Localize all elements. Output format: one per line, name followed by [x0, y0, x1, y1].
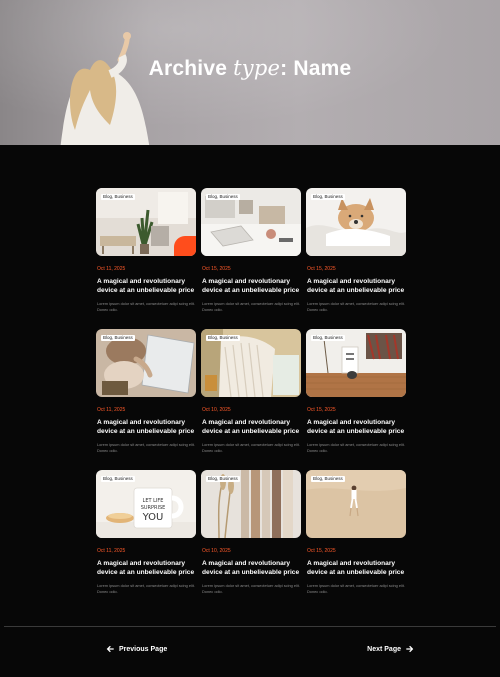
post-thumbnail[interactable]: LET LIFE SURPRISE YOU Blog, Business [96, 470, 196, 538]
post-date: Oct 15, 2025 [307, 548, 336, 554]
post-category-tag[interactable]: Blog, Business [206, 476, 240, 482]
post-title[interactable]: A magical and revolutionary device at an… [202, 559, 302, 577]
post-card[interactable]: Blog, Business Oct 15, 2025 A magical an… [201, 188, 301, 329]
post-card[interactable]: Blog, Business Oct 11, 2025 A magical an… [96, 188, 196, 329]
post-date: Oct 11, 2025 [97, 266, 126, 272]
post-card[interactable]: LET LIFE SURPRISE YOU Blog, Business Oct… [96, 470, 196, 611]
post-card[interactable]: Blog, Business Oct 15, 2025 A magical an… [306, 329, 406, 470]
post-card[interactable]: Blog, Business Oct 10, 2025 A magical an… [201, 329, 301, 470]
post-excerpt: Lorem ipsum dolor sit amet, consectetuer… [307, 442, 405, 453]
post-category-tag[interactable]: Blog, Business [311, 194, 345, 200]
post-category-tag[interactable]: Blog, Business [311, 335, 345, 341]
archive-hero: Archive type: Name [0, 0, 500, 145]
post-excerpt: Lorem ipsum dolor sit amet, consectetuer… [307, 301, 405, 312]
mug-text-line-1: LET LIFE [143, 498, 164, 504]
arrow-right-icon [406, 645, 414, 653]
post-title[interactable]: A magical and revolutionary device at an… [202, 277, 302, 295]
pagination-divider [4, 626, 496, 627]
post-category-tag[interactable]: Blog, Business [206, 194, 240, 200]
post-thumbnail[interactable]: Blog, Business [201, 470, 301, 538]
post-thumbnail[interactable]: Blog, Business [96, 329, 196, 397]
post-thumbnail[interactable]: Blog, Business [201, 329, 301, 397]
post-title[interactable]: A magical and revolutionary device at an… [202, 418, 302, 436]
post-date: Oct 15, 2025 [202, 266, 231, 272]
post-card[interactable]: Blog, Business Oct 11, 2025 A magical an… [96, 329, 196, 470]
post-thumbnail[interactable]: Blog, Business [306, 329, 406, 397]
post-category-tag[interactable]: Blog, Business [311, 476, 345, 482]
arrow-right-icon [174, 236, 196, 256]
post-excerpt: Lorem ipsum dolor sit amet, consectetuer… [307, 583, 405, 594]
previous-page-link[interactable]: Previous Page [106, 645, 167, 653]
post-card[interactable]: Blog, Business Oct 15, 2025 A magical an… [306, 470, 406, 611]
hero-person-image [60, 32, 150, 145]
page-title-prefix: Archive [148, 57, 228, 80]
post-thumbnail[interactable]: Blog, Business [306, 470, 406, 538]
post-thumbnail[interactable]: Blog, Business [306, 188, 406, 256]
post-category-tag[interactable]: Blog, Business [206, 335, 240, 341]
post-title[interactable]: A magical and revolutionary device at an… [97, 559, 197, 577]
next-page-link[interactable]: Next Page [367, 645, 414, 653]
post-date: Oct 11, 2025 [97, 407, 126, 413]
post-category-tag[interactable]: Blog, Business [101, 335, 135, 341]
post-excerpt: Lorem ipsum dolor sit amet, consectetuer… [202, 583, 300, 594]
post-date: Oct 10, 2025 [202, 548, 231, 554]
post-date: Oct 15, 2025 [307, 266, 336, 272]
post-date: Oct 11, 2025 [97, 548, 126, 554]
post-category-tag[interactable]: Blog, Business [101, 476, 135, 482]
mug-text-line-3: YOU [142, 512, 164, 523]
post-title[interactable]: A magical and revolutionary device at an… [307, 418, 407, 436]
post-title[interactable]: A magical and revolutionary device at an… [307, 559, 407, 577]
post-title[interactable]: A magical and revolutionary device at an… [307, 277, 407, 295]
mug-text-line-2: SURPRISE [141, 505, 166, 511]
post-date: Oct 15, 2025 [307, 407, 336, 413]
post-title[interactable]: A magical and revolutionary device at an… [97, 277, 197, 295]
post-card[interactable]: Blog, Business Oct 10, 2025 A magical an… [201, 470, 301, 611]
arrow-left-icon [106, 645, 114, 653]
posts-grid: Blog, Business Oct 11, 2025 A magical an… [96, 188, 406, 611]
page-title-suffix: : Name [280, 57, 352, 80]
page-title: Archive type: Name [0, 56, 500, 81]
page-title-type: type [233, 56, 281, 80]
post-excerpt: Lorem ipsum dolor sit amet, consectetuer… [202, 301, 300, 312]
post-thumbnail[interactable]: Blog, Business [201, 188, 301, 256]
post-excerpt: Lorem ipsum dolor sit amet, consectetuer… [97, 442, 195, 453]
previous-page-label: Previous Page [119, 645, 168, 653]
post-thumbnail[interactable]: Blog, Business [96, 188, 196, 256]
post-excerpt: Lorem ipsum dolor sit amet, consectetuer… [202, 442, 300, 453]
next-page-label: Next Page [367, 645, 401, 653]
post-date: Oct 10, 2025 [202, 407, 231, 413]
read-more-button[interactable] [174, 236, 196, 256]
post-excerpt: Lorem ipsum dolor sit amet, consectetuer… [97, 301, 195, 312]
post-category-tag[interactable]: Blog, Business [101, 194, 135, 200]
post-title[interactable]: A magical and revolutionary device at an… [97, 418, 197, 436]
post-excerpt: Lorem ipsum dolor sit amet, consectetuer… [97, 583, 195, 594]
post-card[interactable]: Blog, Business Oct 15, 2025 A magical an… [306, 188, 406, 329]
